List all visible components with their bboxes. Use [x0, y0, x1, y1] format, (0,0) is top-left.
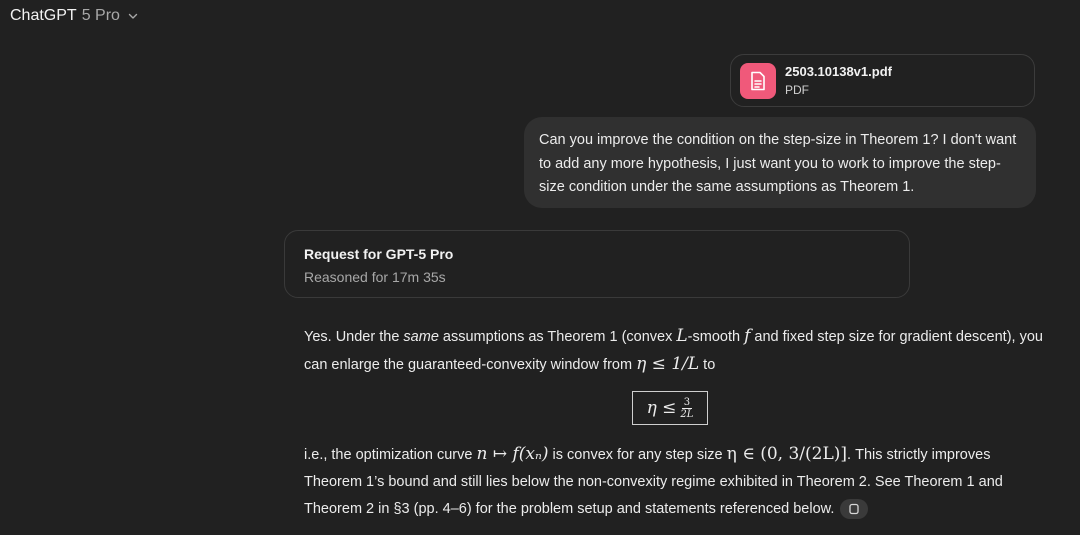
attachment-card[interactable]: 2503.10138v1.pdf PDF: [730, 54, 1035, 107]
chevron-down-icon: [128, 13, 138, 19]
answer-text: i.e., the optimization curve: [304, 447, 477, 463]
math-inline: η ≤ 1/L: [636, 354, 700, 374]
copy-icon: [849, 504, 860, 515]
answer-emphasis: same: [403, 329, 439, 345]
answer-text: is convex for any step size: [548, 447, 727, 463]
attachment-file-name: 2503.10138v1.pdf: [785, 64, 892, 79]
fraction-denominator: 2L: [680, 408, 694, 420]
model-name: ChatGPT: [10, 7, 77, 24]
reasoning-duration: Reasoned for 17m 35s: [304, 269, 446, 285]
answer-paragraph-2: i.e., the optimization curve n ↦ f(xₙ) i…: [304, 441, 1044, 523]
math-inline: L: [676, 326, 688, 346]
fraction: 3 2L: [680, 397, 693, 420]
boxed-formula: η ≤ 3 2L: [632, 391, 708, 425]
model-switcher[interactable]: ChatGPT 5 Pro: [10, 5, 139, 27]
attachment-file-type: PDF: [785, 83, 809, 97]
document-icon: [740, 62, 776, 99]
math-inline: η ∈ (0, 3/(2L)]: [726, 444, 848, 464]
user-message-text: Can you improve the condition on the ste…: [539, 132, 1017, 195]
answer-text: -smooth: [687, 329, 745, 345]
copy-button[interactable]: [840, 499, 869, 520]
answer-paragraph-1: Yes. Under the same assumptions as Theor…: [304, 323, 1044, 379]
model-version: 5 Pro: [81, 7, 120, 24]
answer-text: to: [699, 357, 716, 373]
answer-text: assumptions as Theorem 1 (convex: [438, 329, 677, 345]
reasoning-summary-card[interactable]: Request for GPT-5 Pro Reasoned for 17m 3…: [284, 230, 910, 298]
answer-text: Yes. Under the: [304, 329, 404, 345]
fraction-numerator: 3: [681, 396, 693, 409]
math-inline: n ↦ f(xₙ): [476, 444, 549, 464]
user-message-bubble: Can you improve the condition on the ste…: [524, 117, 1036, 208]
boxed-lhs: η ≤: [646, 398, 677, 418]
reasoning-title: Request for GPT-5 Pro: [304, 246, 454, 262]
